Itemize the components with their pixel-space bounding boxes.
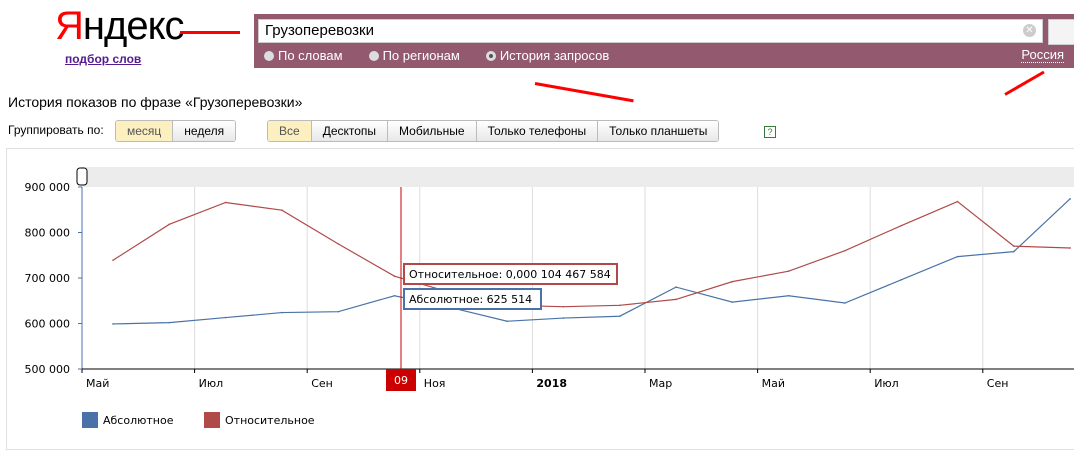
data-point bbox=[844, 302, 846, 304]
data-point bbox=[337, 310, 340, 313]
series-line-absolute bbox=[112, 198, 1071, 325]
x-tick-label: 2018 bbox=[536, 377, 567, 390]
data-point bbox=[1013, 250, 1015, 253]
data-point bbox=[731, 301, 734, 303]
data-point bbox=[787, 294, 790, 297]
data-point bbox=[112, 323, 114, 325]
x-tick-label: Сен bbox=[987, 377, 1009, 390]
x-tick-label: Сен bbox=[311, 377, 333, 390]
y-tick-label: 500 000 bbox=[25, 363, 71, 376]
y-tick-label: 700 000 bbox=[25, 272, 71, 285]
data-point bbox=[112, 259, 114, 262]
data-point bbox=[224, 316, 227, 319]
data-point bbox=[618, 315, 621, 318]
data-point bbox=[956, 255, 959, 258]
legend-label: Относительное bbox=[225, 414, 315, 427]
x-tick-label: Май bbox=[86, 377, 109, 390]
data-point bbox=[1069, 247, 1071, 249]
data-point bbox=[900, 279, 902, 281]
data-point bbox=[844, 249, 846, 252]
data-point bbox=[1069, 198, 1071, 200]
data-point bbox=[281, 311, 283, 314]
data-point bbox=[675, 298, 677, 301]
x-tick-label: Май bbox=[762, 377, 785, 390]
data-point bbox=[675, 286, 677, 288]
x-tick-label: Мар bbox=[649, 377, 672, 390]
scroll-handle[interactable] bbox=[76, 167, 88, 186]
y-tick-label: 600 000 bbox=[25, 318, 71, 331]
data-point bbox=[900, 224, 902, 227]
legend-swatch bbox=[82, 412, 98, 428]
data-point bbox=[168, 223, 171, 226]
legend-swatch bbox=[204, 412, 220, 428]
data-point bbox=[281, 209, 283, 212]
data-point bbox=[731, 280, 734, 283]
data-point bbox=[562, 317, 565, 319]
x-tick-label: Июл bbox=[199, 377, 224, 390]
tooltip-relative-text: Относительное: 0,000 104 467 584 bbox=[409, 268, 611, 281]
data-point bbox=[393, 275, 396, 277]
y-tick-label: 900 000 bbox=[25, 181, 71, 194]
data-point bbox=[956, 200, 959, 203]
tooltip-absolute-text: Абсолютное: 625 514 bbox=[409, 293, 532, 306]
y-tick-label: 800 000 bbox=[25, 227, 71, 240]
data-point bbox=[506, 320, 508, 323]
history-chart: Май Июл Сен Ноя 2018 Мар Май Июл Сен 900 000 800 0… bbox=[25, 167, 1074, 428]
data-point bbox=[562, 305, 565, 308]
data-point bbox=[168, 321, 171, 324]
series-line-relative bbox=[112, 200, 1071, 308]
scroll-track bbox=[82, 167, 1074, 187]
data-point bbox=[618, 304, 621, 307]
data-point bbox=[224, 201, 227, 204]
data-point bbox=[393, 294, 396, 297]
cursor-label: 09 bbox=[394, 374, 408, 387]
data-point bbox=[787, 270, 790, 272]
data-point bbox=[1013, 245, 1015, 247]
legend-label: Абсолютное bbox=[103, 414, 174, 427]
data-point bbox=[337, 243, 340, 245]
x-tick-label: Ноя bbox=[424, 377, 446, 390]
x-tick-label: Июл bbox=[874, 377, 899, 390]
